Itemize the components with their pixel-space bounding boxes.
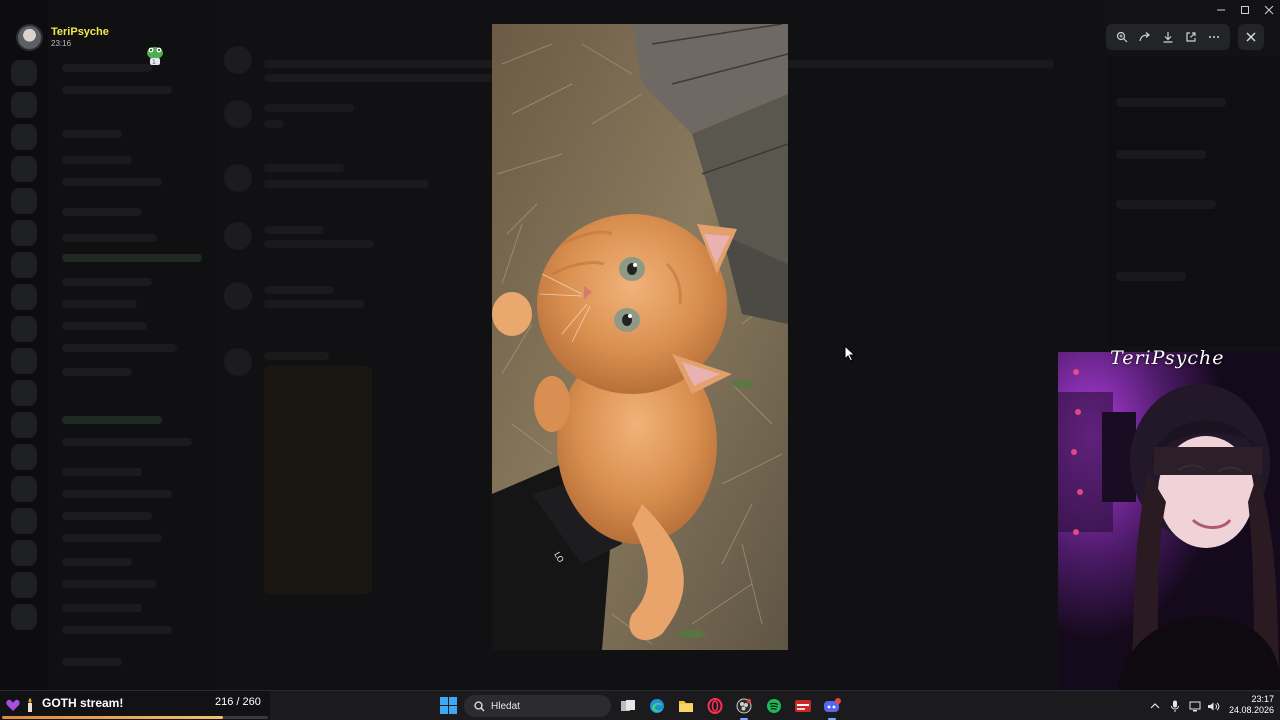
file-explorer-icon[interactable] [677, 697, 695, 715]
goal-count: 216 / 260 [215, 696, 261, 708]
channel-list [48, 0, 216, 690]
chevron-up-icon[interactable] [1148, 700, 1162, 712]
post-time: 23:16 [51, 39, 72, 48]
window-close-icon[interactable] [1258, 2, 1280, 18]
image-author[interactable]: TeriPsyche 23:16 [16, 24, 109, 51]
forward-icon[interactable] [1135, 27, 1155, 47]
spotify-icon[interactable] [765, 697, 783, 715]
stream-goal-widget: GOTH stream! 216 / 260 [0, 691, 270, 720]
viewer-toolbar [1106, 24, 1230, 50]
opera-gx-icon[interactable] [706, 697, 724, 715]
taskbar: GOTH stream! 216 / 260 Hledat 23:17 24.0… [0, 690, 1280, 720]
candle-icon [28, 698, 32, 712]
avatar[interactable] [16, 24, 43, 51]
edge-icon[interactable] [648, 697, 666, 715]
heart-icon [6, 699, 20, 711]
server-rail [0, 0, 48, 690]
clock-date: 24.08.2026 [1228, 705, 1274, 715]
goal-progress-bar [2, 716, 268, 719]
obs-icon[interactable] [735, 697, 753, 720]
screen: TeriPsyche 23:16 1 LO TeriPsyche GOTH st… [0, 0, 1280, 720]
search-label: Hledat [491, 700, 520, 712]
viewer-image[interactable]: LO [492, 24, 788, 650]
network-icon[interactable] [1188, 700, 1202, 712]
open-external-icon[interactable] [1181, 27, 1201, 47]
clock-time: 23:17 [1251, 694, 1274, 704]
microphone-icon[interactable] [1168, 700, 1182, 712]
frog-emoji-icon: 1 [147, 47, 163, 66]
zoom-in-icon[interactable] [1112, 27, 1132, 47]
webcam-overlay [1058, 352, 1280, 690]
svg-text:1: 1 [152, 59, 156, 66]
minimize-icon[interactable] [1210, 2, 1232, 18]
clock[interactable]: 23:17 24.08.2026 [1226, 694, 1274, 716]
task-view-icon[interactable] [619, 697, 637, 715]
chat-image-thumbnail [264, 366, 372, 594]
discord-icon[interactable] [823, 697, 841, 720]
taskbar-search[interactable]: Hledat [464, 695, 611, 717]
volume-icon[interactable] [1206, 700, 1220, 712]
more-icon[interactable] [1204, 27, 1224, 47]
start-button[interactable] [440, 697, 457, 714]
streamer-app-icon[interactable] [794, 697, 812, 715]
close-icon[interactable] [1238, 24, 1264, 50]
download-icon[interactable] [1158, 27, 1178, 47]
goal-progress-fill [2, 716, 223, 719]
maximize-icon[interactable] [1234, 2, 1256, 18]
author-name: TeriPsyche [51, 26, 109, 38]
goal-title: GOTH stream! [42, 696, 124, 710]
webcam-name-label: TeriPsyche [1110, 347, 1225, 369]
mouse-cursor-icon [844, 345, 856, 362]
search-icon [474, 700, 485, 711]
